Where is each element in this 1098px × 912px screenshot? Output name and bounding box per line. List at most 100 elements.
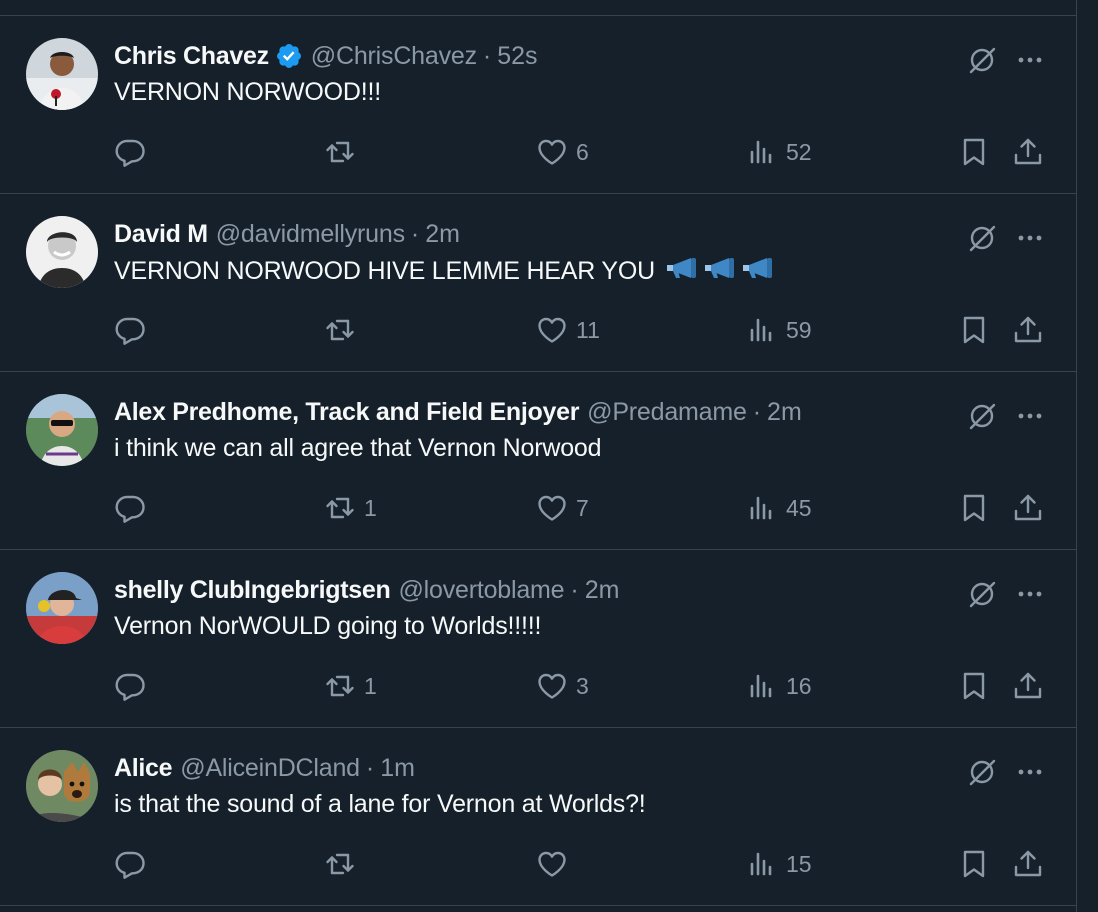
- action-bar: 15: [114, 846, 1054, 882]
- timeline-feed: Chris Chavez @ChrisChavez · 52s VERNON N…: [0, 0, 1077, 912]
- bookmark-icon: [963, 850, 985, 878]
- timestamp[interactable]: 2m: [585, 576, 620, 605]
- tweet-text-row: is that the sound of a lane for Vernon a…: [114, 790, 646, 819]
- more-options-icon[interactable]: [1014, 580, 1046, 608]
- like-button[interactable]: 3: [536, 668, 589, 704]
- author-name[interactable]: Chris Chavez: [114, 42, 269, 71]
- tweet-text: is that the sound of a lane for Vernon a…: [114, 790, 646, 818]
- views-chart-icon: [750, 674, 772, 698]
- bookmark-icon: [963, 494, 985, 522]
- reply-button[interactable]: [114, 490, 154, 526]
- share-button[interactable]: [1012, 846, 1044, 882]
- tweet[interactable]: Alex Predhome, Track and Field Enjoyer @…: [0, 372, 1076, 550]
- retweet-button[interactable]: [324, 846, 364, 882]
- views-button[interactable]: 16: [746, 668, 812, 704]
- reply-button[interactable]: [114, 846, 154, 882]
- retweet-button[interactable]: [324, 134, 364, 170]
- retweet-icon: [326, 141, 354, 163]
- tweet[interactable]: Alice @AliceinDCland · 1m is that the so…: [0, 728, 1076, 906]
- tweet-text-row: VERNON NORWOOD HIVE LEMME HEAR YOU: [114, 256, 775, 287]
- grok-icon[interactable]: [966, 756, 998, 788]
- action-bar: 11 59: [114, 312, 1054, 348]
- like-button[interactable]: 6: [536, 134, 589, 170]
- bookmark-button[interactable]: [958, 490, 990, 526]
- bookmark-button[interactable]: [958, 312, 990, 348]
- views-count: 15: [786, 850, 812, 877]
- reply-icon: [115, 673, 145, 701]
- man-with-sunglasses-avatar[interactable]: [26, 394, 98, 466]
- like-button[interactable]: [536, 846, 576, 882]
- share-button[interactable]: [1012, 668, 1044, 704]
- timestamp[interactable]: 2m: [425, 220, 460, 249]
- views-button[interactable]: 52: [746, 134, 812, 170]
- like-button[interactable]: 7: [536, 490, 589, 526]
- verified-badge-icon: [275, 42, 303, 70]
- tweet-text: VERNON NORWOOD!!!: [114, 78, 381, 106]
- timestamp[interactable]: 1m: [380, 754, 415, 783]
- tweet[interactable]: shelly ClubIngebrigtsen @lovertoblame · …: [0, 550, 1076, 728]
- share-button[interactable]: [1012, 134, 1044, 170]
- retweet-button[interactable]: 1: [324, 490, 377, 526]
- author-name[interactable]: shelly ClubIngebrigtsen: [114, 576, 391, 605]
- share-button[interactable]: [1012, 312, 1044, 348]
- reply-icon: [115, 851, 145, 879]
- author-handle[interactable]: @lovertoblame: [398, 576, 564, 605]
- views-chart-icon: [750, 852, 772, 876]
- reply-button[interactable]: [114, 312, 154, 348]
- grok-icon[interactable]: [966, 222, 998, 254]
- action-bar: 1 3 16: [114, 668, 1054, 704]
- grok-icon[interactable]: [966, 578, 998, 610]
- views-count: 52: [786, 138, 812, 165]
- smiling-man-bw-avatar[interactable]: [26, 216, 98, 288]
- tweet[interactable]: Chris Chavez @ChrisChavez · 52s VERNON N…: [0, 16, 1076, 194]
- share-icon: [1014, 138, 1042, 165]
- retweet-icon: [326, 675, 354, 697]
- bookmark-button[interactable]: [958, 668, 990, 704]
- reply-button[interactable]: [114, 134, 154, 170]
- tweet[interactable]: David M @davidmellyruns · 2m VERNON NORW…: [0, 194, 1076, 372]
- like-button[interactable]: 11: [536, 312, 600, 348]
- bookmark-button[interactable]: [958, 846, 990, 882]
- more-options-icon[interactable]: [1014, 758, 1046, 786]
- author-name[interactable]: Alex Predhome, Track and Field Enjoyer: [114, 398, 579, 427]
- author-handle[interactable]: @ChrisChavez: [311, 42, 477, 71]
- share-icon: [1014, 850, 1042, 877]
- tweet-header: Chris Chavez @ChrisChavez · 52s: [114, 40, 956, 72]
- bookmark-icon: [963, 672, 985, 700]
- tweet-header: shelly ClubIngebrigtsen @lovertoblame · …: [114, 574, 956, 606]
- share-button[interactable]: [1012, 490, 1044, 526]
- author-handle[interactable]: @davidmellyruns: [216, 220, 405, 249]
- views-button[interactable]: 15: [746, 846, 812, 882]
- person-with-cap-avatar[interactable]: [26, 572, 98, 644]
- bookmark-button[interactable]: [958, 134, 990, 170]
- megaphone-emoji: [703, 256, 737, 287]
- reply-button[interactable]: [114, 668, 154, 704]
- retweet-button[interactable]: [324, 312, 364, 348]
- bookmark-icon: [963, 138, 985, 166]
- more-options-icon[interactable]: [1014, 402, 1046, 430]
- person-with-dog-avatar[interactable]: [26, 750, 98, 822]
- tweet-header: Alice @AliceinDCland · 1m: [114, 752, 956, 784]
- grok-icon[interactable]: [966, 400, 998, 432]
- more-options-icon[interactable]: [1014, 224, 1046, 252]
- megaphone-emoji: [665, 256, 699, 287]
- retweet-count: 1: [364, 672, 377, 699]
- person-with-microphone-avatar[interactable]: [26, 38, 98, 110]
- retweet-button[interactable]: 1: [324, 668, 377, 704]
- author-handle[interactable]: @Predamame: [587, 398, 747, 427]
- author-name[interactable]: Alice: [114, 754, 173, 783]
- retweet-icon: [326, 853, 354, 875]
- views-count: 16: [786, 672, 812, 699]
- timestamp[interactable]: 52s: [497, 42, 537, 71]
- views-button[interactable]: 45: [746, 490, 812, 526]
- grok-icon[interactable]: [966, 44, 998, 76]
- views-chart-icon: [750, 140, 772, 164]
- views-chart-icon: [750, 496, 772, 520]
- author-handle[interactable]: @AliceinDCland: [180, 754, 360, 783]
- timestamp[interactable]: 2m: [767, 398, 802, 427]
- views-button[interactable]: 59: [746, 312, 812, 348]
- more-options-icon[interactable]: [1014, 46, 1046, 74]
- like-count: 11: [576, 316, 600, 343]
- reply-icon: [115, 139, 145, 167]
- author-name[interactable]: David M: [114, 220, 208, 249]
